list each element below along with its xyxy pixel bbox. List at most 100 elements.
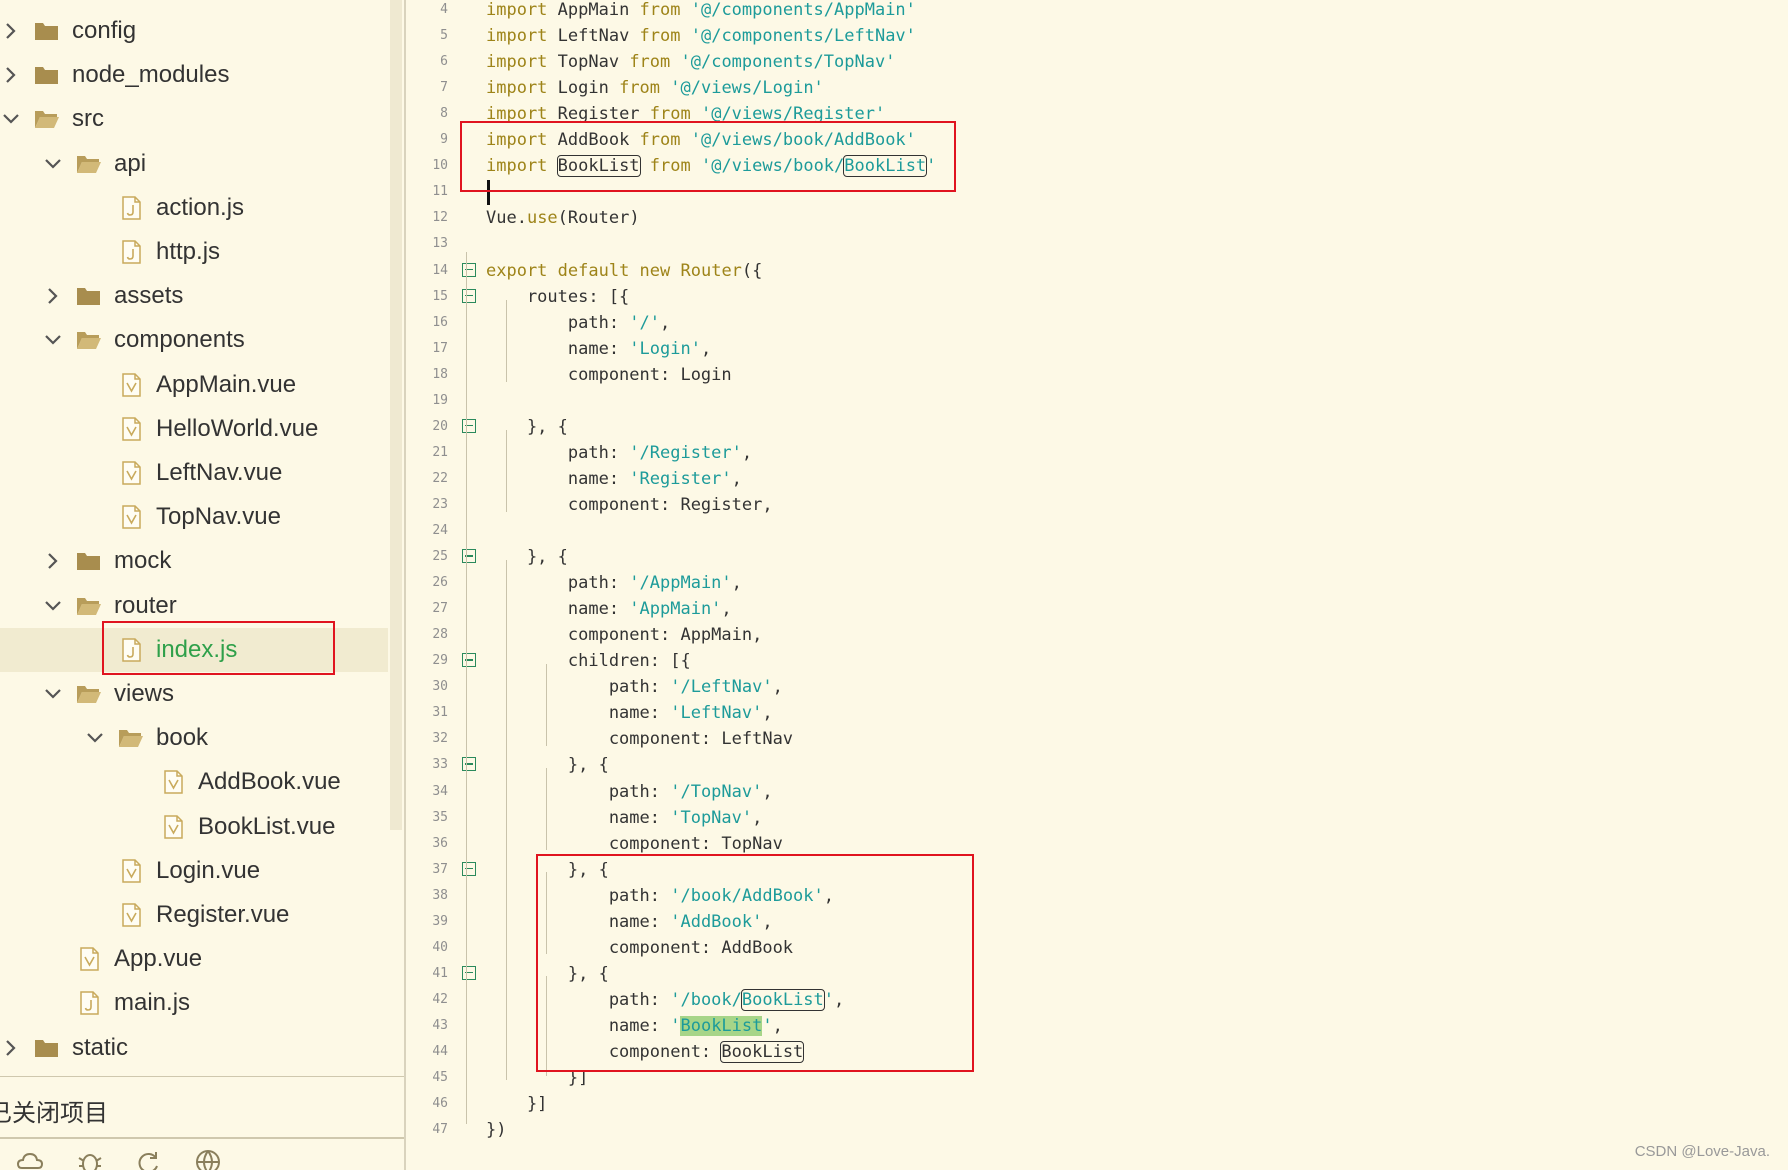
code-line[interactable]: 21 path: '/Register', xyxy=(406,440,1788,466)
code-token: export xyxy=(486,260,558,281)
tree-file-register-vue[interactable]: Register.vue xyxy=(0,893,388,937)
code-token: component: Login xyxy=(486,364,732,385)
tree-folder-src[interactable]: src xyxy=(0,97,388,141)
tree-file-leftnav-vue[interactable]: LeftNav.vue xyxy=(0,451,388,495)
code-line[interactable]: 28 component: AppMain, xyxy=(406,622,1788,648)
fold-toggle-icon[interactable] xyxy=(462,757,476,772)
tree-folder-mock[interactable]: mock xyxy=(0,539,388,583)
chevron-down-icon[interactable] xyxy=(42,329,64,351)
tree-folder-views[interactable]: views xyxy=(0,672,388,716)
code-line[interactable]: 5 import LeftNav from '@/components/LeftN… xyxy=(406,23,1788,49)
code-line[interactable]: 35 name: 'TopNav', xyxy=(406,805,1788,831)
chevron-down-icon[interactable] xyxy=(42,153,64,175)
chevron-down-icon[interactable] xyxy=(0,108,22,130)
code-line[interactable]: 30 path: '/LeftNav', xyxy=(406,674,1788,700)
tree-file-addbook-vue[interactable]: AddBook.vue xyxy=(0,760,388,804)
fold-toggle-icon[interactable] xyxy=(462,965,476,980)
folder-open-icon xyxy=(118,726,144,750)
line-number: 4 xyxy=(440,2,448,17)
code-line[interactable]: 23 component: Register, xyxy=(406,492,1788,518)
code-line[interactable]: 36 component: TopNav xyxy=(406,831,1788,857)
line-number: 25 xyxy=(432,549,448,565)
code-line[interactable]: 33 }, { xyxy=(406,752,1788,778)
code-line[interactable]: 17 name: 'Login', xyxy=(406,336,1788,362)
code-token: TopNav xyxy=(557,52,630,73)
chevron-down-icon[interactable] xyxy=(84,727,106,749)
fold-toggle-icon[interactable] xyxy=(462,549,476,564)
tree-file-action-js[interactable]: action.js xyxy=(0,186,388,230)
tree-file-appmain-vue[interactable]: AppMain.vue xyxy=(0,363,388,407)
code-line[interactable]: 26 path: '/AppMain', xyxy=(406,570,1788,596)
chevron-right-icon[interactable] xyxy=(0,64,22,86)
tree-folder-components[interactable]: components xyxy=(0,318,388,362)
line-number: 10 xyxy=(432,158,448,174)
fold-toggle-icon[interactable] xyxy=(462,653,476,668)
chevron-down-icon[interactable] xyxy=(42,683,64,705)
tree-item-label: api xyxy=(114,149,147,177)
code-line[interactable]: 24 xyxy=(406,518,1788,544)
tree-folder-static[interactable]: static xyxy=(0,1026,388,1070)
folder-icon xyxy=(34,1036,60,1060)
code-text: path: '/AppMain', xyxy=(486,570,742,596)
tree-folder-config[interactable]: config xyxy=(0,9,388,53)
code-line[interactable]: 31 name: 'LeftNav', xyxy=(406,700,1788,726)
code-line[interactable]: 34 path: '/TopNav', xyxy=(406,779,1788,805)
code-line[interactable]: 6 import TopNav from '@/components/TopNav… xyxy=(406,49,1788,75)
line-number: 13 xyxy=(432,236,448,252)
code-line[interactable]: 22 name: 'Register', xyxy=(406,466,1788,492)
code-line[interactable]: 15 routes: [{ xyxy=(406,284,1788,310)
code-token: from xyxy=(639,26,691,47)
tree-file-main-js[interactable]: main.js xyxy=(0,981,388,1025)
tree-file-topnav-vue[interactable]: TopNav.vue xyxy=(0,495,388,539)
code-token: Login xyxy=(557,78,620,99)
code-line[interactable]: 25 }, { xyxy=(406,544,1788,570)
line-number: 7 xyxy=(440,80,448,96)
tree-file-helloworld-vue[interactable]: HelloWorld.vue xyxy=(0,407,388,451)
code-token: path: xyxy=(486,677,671,698)
line-number: 43 xyxy=(432,1017,448,1033)
chevron-right-icon[interactable] xyxy=(42,285,64,307)
globe-icon[interactable] xyxy=(194,1148,222,1170)
fold-toggle-icon[interactable] xyxy=(462,861,476,876)
tree-file-app-vue[interactable]: App.vue xyxy=(0,937,388,981)
tree-item-label: router xyxy=(114,591,177,619)
tree-folder-book[interactable]: book xyxy=(0,716,388,760)
chevron-right-icon[interactable] xyxy=(0,20,22,42)
code-line[interactable]: 16 path: '/', xyxy=(406,310,1788,336)
code-line[interactable]: 7 import Login from '@/views/Login' xyxy=(406,75,1788,101)
sidebar-scrollbar[interactable] xyxy=(390,0,402,830)
bug-icon[interactable] xyxy=(76,1148,104,1170)
code-line[interactable]: 27 name: 'AppMain', xyxy=(406,596,1788,622)
fold-toggle-icon[interactable] xyxy=(462,418,476,433)
code-text: import AppMain from '@/components/AppMai… xyxy=(486,0,916,23)
code-line[interactable]: 32 component: LeftNav xyxy=(406,726,1788,752)
fold-toggle-icon[interactable] xyxy=(462,288,476,303)
code-line[interactable]: 19 xyxy=(406,388,1788,414)
tree-file-booklist-vue[interactable]: BookList.vue xyxy=(0,805,388,849)
line-number: 14 xyxy=(432,262,448,278)
chevron-down-icon[interactable] xyxy=(42,595,64,617)
code-text: }) xyxy=(486,1117,506,1143)
closed-projects-label[interactable]: 已关闭项目 xyxy=(0,1093,108,1128)
tree-folder-assets[interactable]: assets xyxy=(0,274,388,318)
code-line[interactable]: 12 Vue.use(Router) xyxy=(406,205,1788,231)
tree-folder-api[interactable]: api xyxy=(0,142,388,186)
tree-file-http-js[interactable]: http.js xyxy=(0,230,388,274)
code-line[interactable]: 14 export default new Router({ xyxy=(406,258,1788,284)
fold-toggle-icon[interactable] xyxy=(462,262,476,277)
tree-file-login-vue[interactable]: Login.vue xyxy=(0,849,388,893)
code-line[interactable]: 47}) xyxy=(406,1117,1788,1143)
code-line[interactable]: 46 }] xyxy=(406,1091,1788,1117)
code-token: '/TopNav' xyxy=(670,781,763,802)
code-line[interactable]: 13 xyxy=(406,231,1788,257)
chevron-right-icon[interactable] xyxy=(42,550,64,572)
code-line[interactable]: 20 }, { xyxy=(406,414,1788,440)
code-line[interactable]: 4 import AppMain from '@/components/AppMa… xyxy=(406,0,1788,23)
refresh-icon[interactable] xyxy=(134,1148,162,1170)
code-line[interactable]: 18 component: Login xyxy=(406,362,1788,388)
tree-folder-node-modules[interactable]: node_modules xyxy=(0,53,388,97)
code-line[interactable]: 29 children: [{ xyxy=(406,648,1788,674)
cloud-icon[interactable] xyxy=(16,1148,44,1170)
code-text: component: AppMain, xyxy=(486,622,762,648)
chevron-right-icon[interactable] xyxy=(0,1037,22,1059)
